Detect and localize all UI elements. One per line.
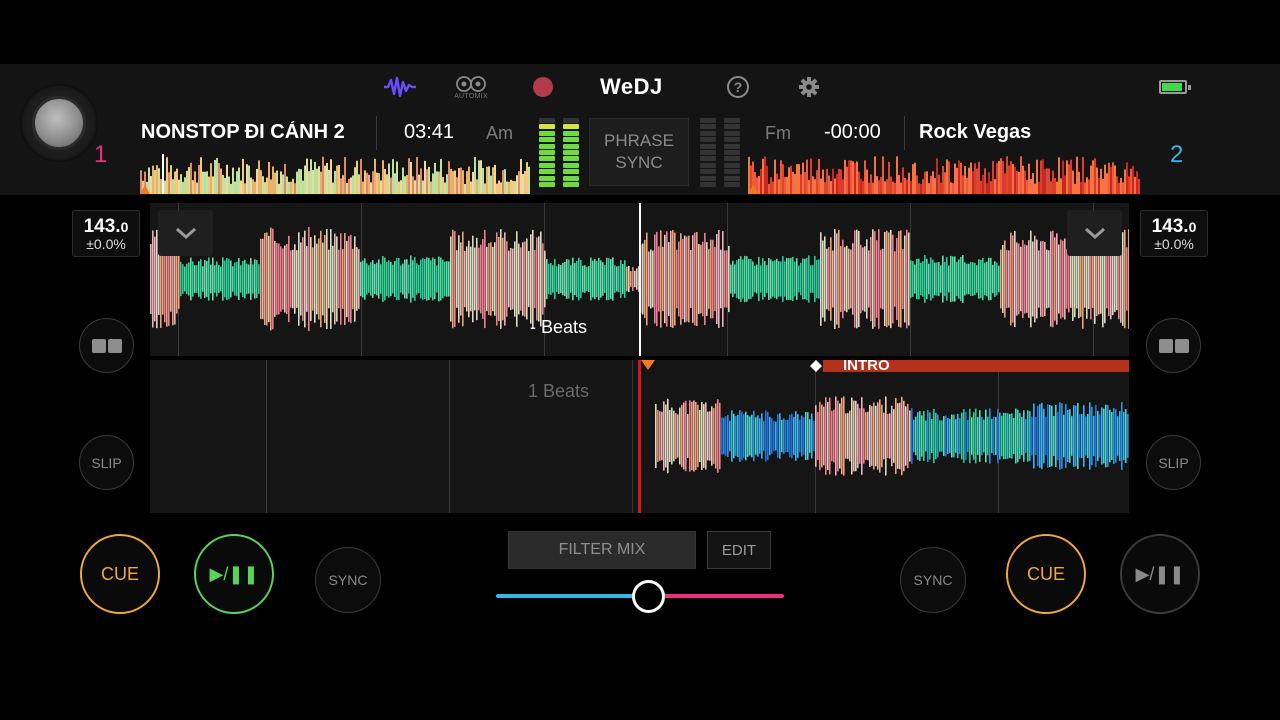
deck-2-overview-waveform[interactable] [748,154,1140,194]
deck-1-beats-label: - Beats [530,317,588,337]
deck-2-playhead [638,360,641,513]
deck-2-time[interactable]: -00:00 [824,121,881,144]
deck-2-bpm-value: 143. [1151,216,1189,237]
level-meter [700,118,716,188]
deck-2-sync-button[interactable]: SYNC [900,547,966,613]
chevron-down-icon [1084,227,1105,240]
jog-wheel-center[interactable] [32,96,86,150]
divider [376,116,377,150]
deck-1-cue-button[interactable]: CUE [80,534,160,614]
level-meter [563,118,579,188]
deck-2-loop-button[interactable] [1146,318,1201,373]
deck-1-bpm[interactable]: 143.0 ±0.0% [72,210,140,257]
loop-icon [1158,338,1189,353]
level-meter [539,118,555,188]
phrase-sync-line1: PHRASE [604,131,674,150]
automix-icon [456,75,486,92]
deck-1-time[interactable]: 03:41 [404,121,454,144]
deck-2-number: 2 [1170,141,1184,168]
brand-logo: WeDJ [600,74,663,99]
automix-label: AUTOMIX [454,92,488,100]
automix-button[interactable]: AUTOMIX [451,72,491,102]
help-icon[interactable]: ? [727,76,749,98]
loop-icon [91,338,122,353]
record-icon[interactable] [533,77,553,97]
deck-1-bpm-value: 143. [83,216,121,237]
deck-2-play-pause-button[interactable]: ▶/❚❚ [1120,534,1200,614]
deck-1-key: Am [486,123,513,143]
deck-2-bpm-decimal: 0 [1188,219,1197,235]
deck-2-beats-label: 1 Beats [528,381,590,401]
wedj-app: 1 2 AUTOMIX WeDJ ? NONSTOP ĐI CẢNH 2 03:… [0,0,1280,720]
settings-icon[interactable] [797,75,821,99]
deck-1-playhead [639,203,641,356]
deck-1-number: 1 [94,141,108,168]
deck-2-cue-button[interactable]: CUE [1006,534,1086,614]
battery-icon [1159,80,1191,94]
jog-wheel[interactable] [20,84,98,162]
deck-1-expand-button[interactable] [158,210,213,256]
deck-2-key: Fm [765,123,791,143]
intro-marker-icon [810,360,822,372]
crossfader-knob[interactable] [632,580,666,613]
deck-1-overview-waveform[interactable] [140,154,530,194]
deck-2-slip-button[interactable]: SLIP [1146,435,1201,490]
deck-1-play-pause-button[interactable]: ▶/❚❚ [194,534,274,614]
deck-2-expand-button[interactable] [1067,210,1122,256]
deck-2-bpm[interactable]: 143.0 ±0.0% [1140,210,1208,257]
chevron-down-icon [175,227,196,240]
intro-label: INTRO [843,357,890,374]
crossfader-track-left [496,594,648,598]
waveform-icon[interactable] [383,74,417,100]
deck-1-slip-button[interactable]: SLIP [79,435,134,490]
deck-2-position-marker [641,360,655,370]
level-meter [724,118,740,188]
deck-2-pitch: ±0.0% [1154,236,1194,252]
deck-1-sync-button[interactable]: SYNC [315,547,381,613]
divider [904,116,905,150]
phrase-sync-line2: SYNC [615,153,663,172]
deck-1-track-title[interactable]: NONSTOP ĐI CẢNH 2 [141,121,359,144]
deck-1-loop-button[interactable] [79,318,134,373]
deck-2-track-title[interactable]: Rock Vegas [919,121,1119,144]
phrase-sync-button[interactable]: PHRASE SYNC [589,118,689,186]
filter-mix-button[interactable]: FILTER MIX [508,531,696,569]
edit-button[interactable]: EDIT [707,531,771,569]
crossfader-track-right [648,594,784,598]
deck-1-bpm-decimal: 0 [120,219,129,235]
deck-1-pitch: ±0.0% [86,236,126,252]
